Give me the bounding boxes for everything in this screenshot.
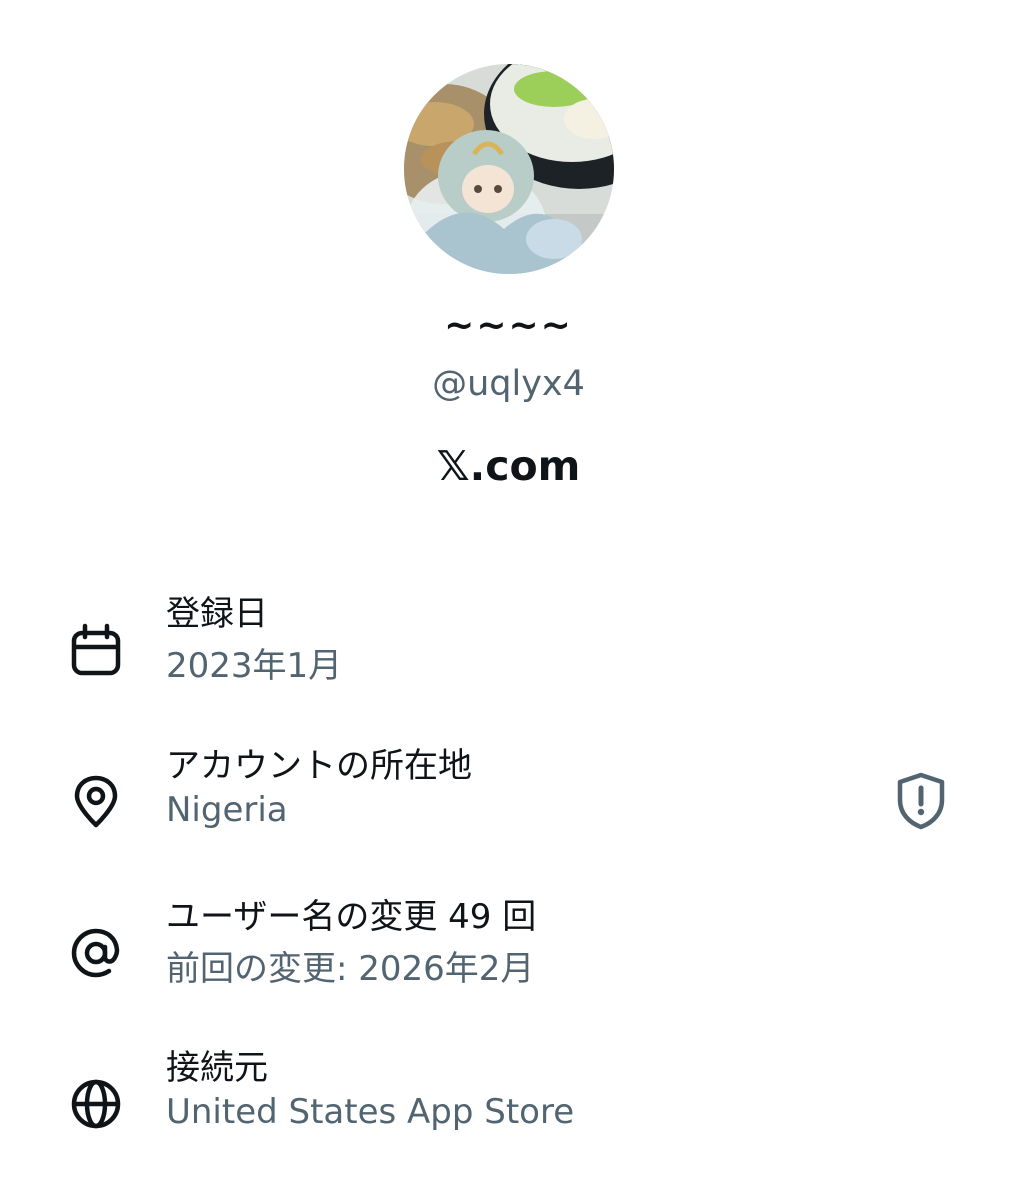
connected-via-value: United States App Store [166, 1092, 575, 1132]
profile-avatar[interactable] [404, 64, 614, 274]
connected-via-row: 接続元 United States App Store [0, 1040, 1017, 1150]
avatar-image [404, 64, 614, 274]
brand-label: 𝕏.com [436, 442, 581, 490]
username-handle: @uqlyx4 [432, 364, 585, 404]
joined-date-row: 登録日 2023年1月 [0, 586, 1017, 696]
shield-alert-icon[interactable] [890, 770, 952, 832]
location-pin-icon [74, 775, 118, 828]
joined-date-label: 登録日 [166, 594, 268, 634]
account-location-label: アカウントの所在地 [166, 746, 472, 786]
joined-date-value: 2023年1月 [166, 646, 343, 686]
connected-via-label: 接続元 [166, 1048, 268, 1088]
username-changes-label: ユーザー名の変更 49 回 [166, 897, 537, 937]
calendar-icon [71, 623, 121, 676]
username-changes-value: 前回の変更: 2026年2月 [166, 949, 535, 989]
account-location-value: Nigeria [166, 790, 288, 830]
display-name: ~~~~ [444, 305, 573, 346]
username-changes-row: ユーザー名の変更 49 回 前回の変更: 2026年2月 [0, 889, 1017, 999]
globe-icon [71, 1079, 121, 1129]
at-sign-icon [71, 928, 120, 978]
account-location-row: アカウントの所在地 Nigeria [0, 738, 1017, 848]
